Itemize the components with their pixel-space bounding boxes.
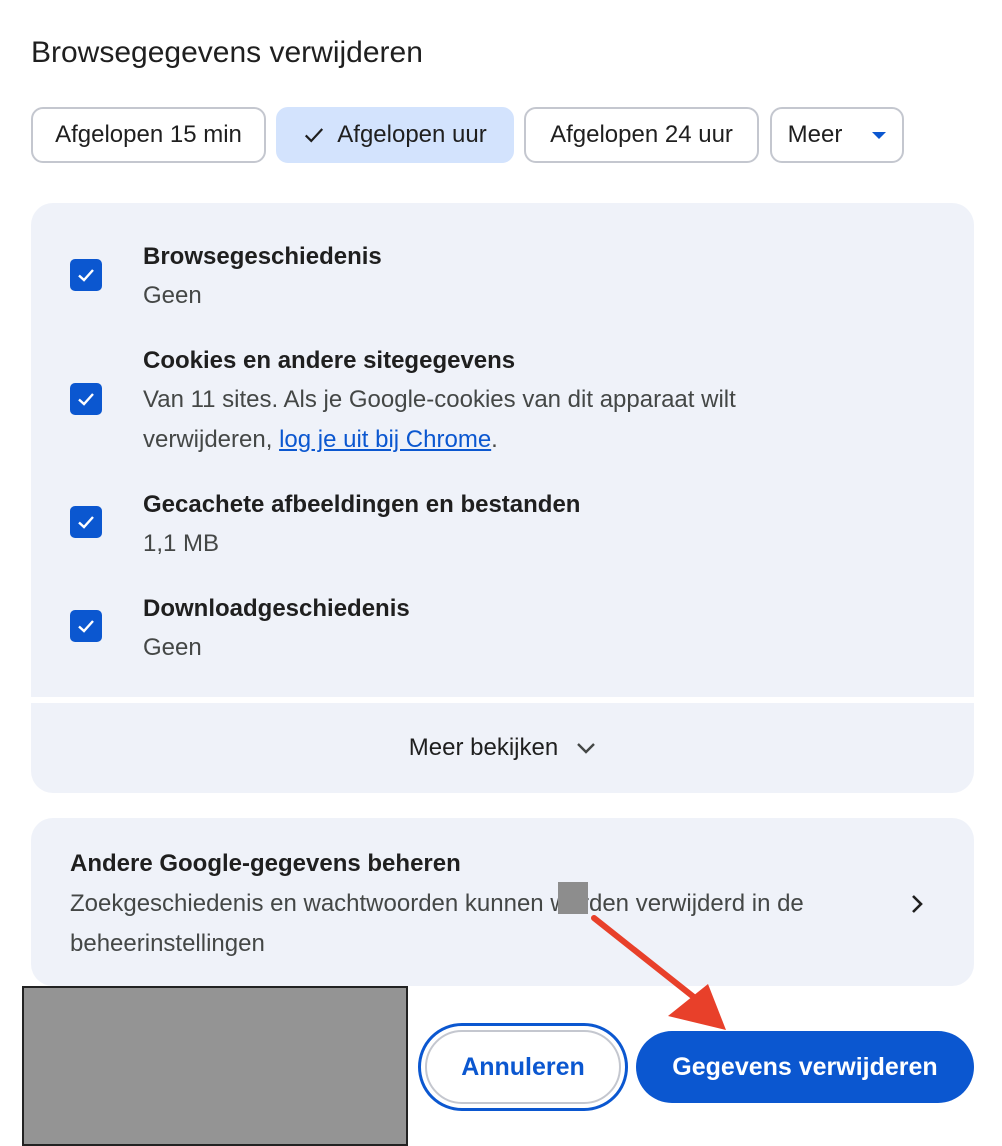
item-subtitle: Van 11 sites. Als je Google-cookies van …: [143, 380, 843, 460]
chip-label: Afgelopen 24 uur: [550, 121, 733, 148]
redaction-block: [22, 986, 408, 1146]
item-subtitle: Geen: [143, 634, 202, 661]
redaction-block: [558, 882, 588, 914]
caret-down-icon: [872, 131, 887, 139]
checkmark-icon: [78, 620, 94, 633]
chevron-right-icon: [912, 895, 923, 913]
chip-label: Afgelopen uur: [337, 121, 487, 148]
checkmark-icon: [78, 516, 94, 529]
see-more-label: Meer bekijken: [408, 734, 559, 761]
item-subtitle: 1,1 MB: [143, 530, 220, 557]
manage-title: Andere Google-gegevens beheren: [70, 850, 461, 877]
see-more-button[interactable]: Meer bekijken: [31, 703, 974, 793]
chip-label: Afgelopen 15 min: [55, 121, 242, 148]
checkbox-browsing-history[interactable]: [70, 259, 102, 291]
item-title: Gecachete afbeeldingen en bestanden: [143, 491, 581, 518]
item-title: Downloadgeschiedenis: [143, 595, 410, 622]
chevron-down-icon: [577, 743, 596, 754]
chip-label: Meer: [787, 121, 843, 148]
chip-last-24-hours[interactable]: Afgelopen 24 uur: [524, 107, 759, 163]
manage-subtitle: Zoekgeschiedenis en wachtwoorden kunnen …: [70, 890, 804, 957]
delete-label: Gegevens verwijderen: [672, 1052, 938, 1081]
data-types-panel: Browsegeschiedenis Geen Cookies en ander…: [31, 203, 974, 697]
check-icon: [305, 128, 324, 143]
chip-last-15-min[interactable]: Afgelopen 15 min: [31, 107, 266, 163]
checkmark-icon: [78, 393, 94, 406]
cancel-button[interactable]: Annuleren: [418, 1023, 628, 1111]
sign-out-chrome-link[interactable]: log je uit bij Chrome: [279, 426, 491, 453]
delete-data-button[interactable]: Gegevens verwijderen: [636, 1031, 974, 1103]
item-subtitle: Geen: [143, 282, 202, 309]
cancel-label: Annuleren: [425, 1030, 621, 1104]
subtitle-text: .: [491, 426, 498, 453]
chip-last-hour[interactable]: Afgelopen uur: [276, 107, 514, 163]
checkbox-cookies[interactable]: [70, 383, 102, 415]
item-title: Cookies en andere sitegegevens: [143, 347, 516, 374]
dialog-title: Browsegegevens verwijderen: [31, 36, 423, 69]
checkmark-icon: [78, 269, 94, 282]
checkbox-cached-images[interactable]: [70, 506, 102, 538]
item-title: Browsegeschiedenis: [143, 243, 382, 270]
more-time-ranges-dropdown[interactable]: Meer: [770, 107, 904, 163]
manage-google-data-row[interactable]: Andere Google-gegevens beheren Zoekgesch…: [31, 818, 974, 986]
checkbox-download-history[interactable]: [70, 610, 102, 642]
